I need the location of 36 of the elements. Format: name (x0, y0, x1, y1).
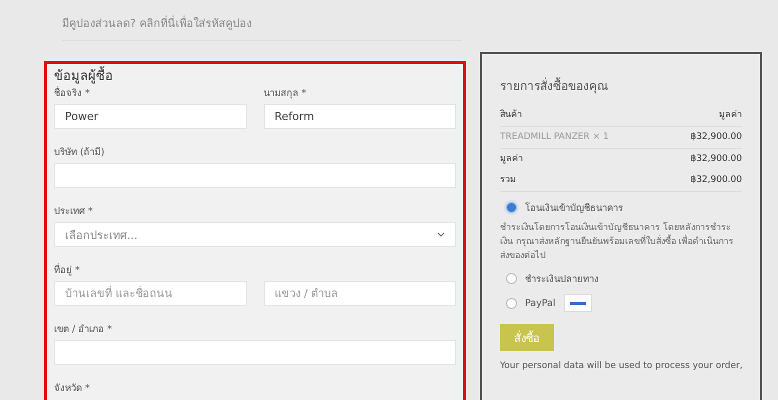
radio-button[interactable] (506, 202, 517, 213)
chevron-icon (437, 232, 445, 237)
subtotal-label: มูลค่า (500, 153, 523, 166)
field-label: เขต / อำเภอ * (54, 323, 114, 336)
field-label: ชื่อจริง * (54, 87, 91, 100)
subtotal-value: ฿32,900.00 (690, 153, 742, 166)
product-price: ฿32,900.00 (690, 131, 742, 144)
input-field[interactable]: Power (54, 104, 246, 129)
radio-button[interactable] (506, 298, 517, 308)
input-field[interactable]: Reform (264, 104, 456, 129)
total-value: ฿32,900.00 (690, 174, 742, 187)
radio-button[interactable] (506, 273, 517, 284)
payment-label: PayPal (525, 298, 556, 308)
place-order-button[interactable]: สั่งซื้อ (500, 324, 554, 351)
payment-description: ชำระเงินโดยการโอนเงินเข้าบัญชีธนาคาร โดยหลังการชำระเงิน กรุณาส่งหลักฐานยืนยันพร้อมเลขที่ใบสั่งซื้อ เพื่อดำเนินการส่งของต่อไป (500, 221, 735, 263)
payment-label: ชำระเงินปลายทาง (525, 273, 599, 286)
input-field[interactable] (54, 163, 456, 188)
field-label: จังหวัด * (54, 382, 91, 395)
column-header: มูลค่า (719, 109, 742, 122)
input-field[interactable]: แขวง / ตำบล (264, 281, 456, 306)
payment-label: โอนเงินเข้าบัญชีธนาคาร (525, 201, 623, 215)
privacy-text: Your personal data will be used to process your order, (500, 360, 742, 373)
field-label: นามสกุล * (264, 87, 308, 100)
product-name: TREADMILL PANZER × 1 (500, 131, 609, 144)
field-label: ประเทศ * (54, 205, 94, 218)
total-label: รวม (500, 174, 516, 187)
column-header: สินค้า (500, 109, 522, 122)
input-field[interactable] (54, 340, 456, 365)
country-select[interactable]: เลือกประเทศ... (54, 222, 456, 247)
field-label: บริษัท (ถ้ามี) (54, 146, 106, 159)
payment-logo-icon (564, 294, 592, 312)
section-title: ข้อมูลผู้ซื้อ (54, 68, 456, 86)
coupon-notice[interactable]: มีคูปองส่วนลด? คลิกที่นี่เพื่อใส่รหัสคูปอง (62, 0, 462, 41)
field-label: ที่อยู่ * (54, 264, 81, 277)
input-field[interactable]: บ้านเลขที่ และชื่อถนน (54, 281, 246, 306)
order-title: รายการสั่งซื้อของคุณ (500, 76, 609, 95)
